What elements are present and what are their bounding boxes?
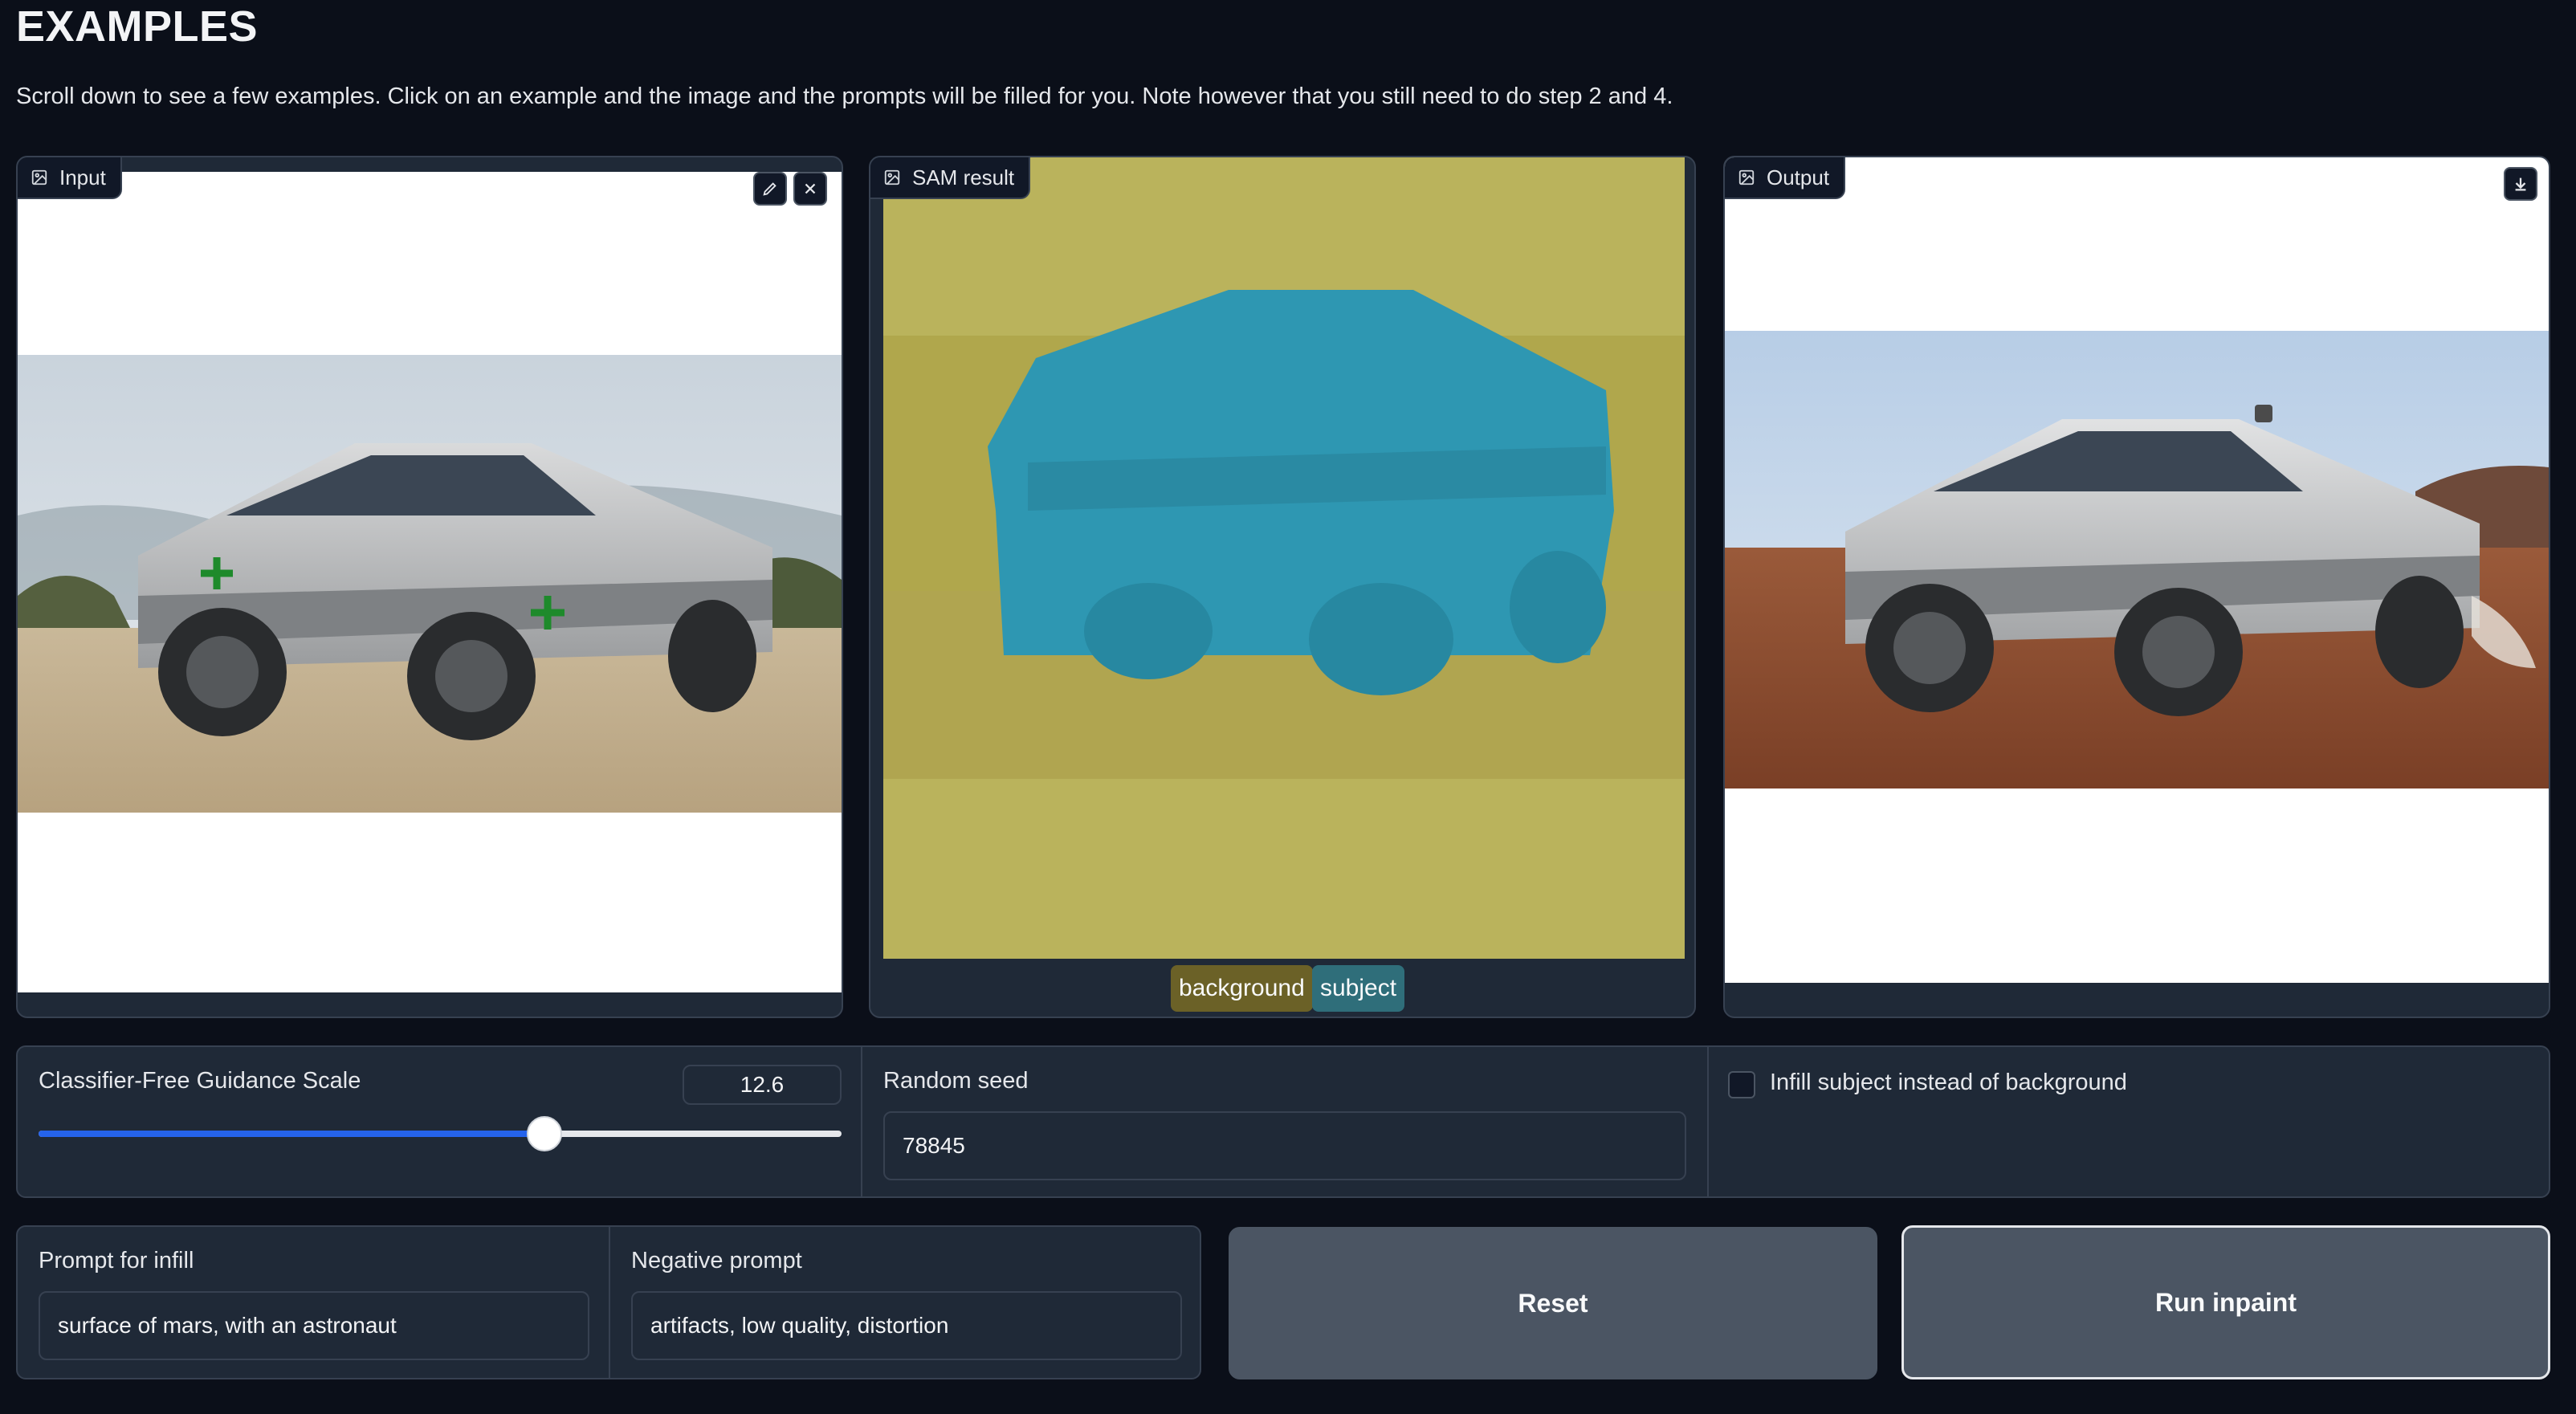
input-car-image: [18, 355, 842, 813]
output-car-image: [1725, 331, 2549, 788]
input-label-text: Input: [59, 165, 106, 189]
seed-input[interactable]: 78845: [883, 1111, 1686, 1180]
edit-button[interactable]: [753, 172, 787, 206]
infill-prompt-label: Prompt for infill: [39, 1248, 194, 1273]
pencil-icon: [763, 182, 776, 196]
sam-label-text: SAM result: [912, 165, 1015, 189]
guidance-slider-track[interactable]: [39, 1116, 842, 1151]
page-description: Scroll down to see a few examples. Click…: [16, 84, 1673, 109]
prompts-panel: Prompt for infill surface of mars, with …: [16, 1225, 1201, 1379]
output-canvas: [1725, 157, 2549, 983]
divider: [1707, 1047, 1709, 1196]
legend-subject: subject: [1312, 965, 1405, 1012]
sam-mask-image: [883, 157, 1685, 959]
seed-label: Random seed: [883, 1068, 1029, 1094]
negative-prompt-label: Negative prompt: [631, 1248, 802, 1273]
output-label-text: Output: [1767, 165, 1830, 189]
output-panel: Output: [1723, 156, 2550, 1018]
guidance-label: Classifier-Free Guidance Scale: [39, 1068, 361, 1094]
guidance-slider-fill: [39, 1131, 544, 1137]
legend-background: background: [1171, 965, 1313, 1012]
page-title: EXAMPLES: [16, 2, 259, 51]
sam-result-panel: SAM result background subject: [869, 156, 1696, 1018]
divider: [861, 1047, 862, 1196]
input-label: Input: [18, 157, 122, 199]
run-inpaint-button[interactable]: Run inpaint: [1901, 1225, 2550, 1379]
close-icon: [805, 183, 816, 194]
image-icon: [884, 169, 900, 185]
negative-prompt-textarea[interactable]: artifacts, low quality, distortion: [631, 1291, 1182, 1360]
download-icon: [2515, 177, 2526, 191]
input-canvas[interactable]: [18, 172, 842, 992]
infill-subject-label: Infill subject instead of background: [1770, 1070, 2127, 1095]
sam-label: SAM result: [870, 157, 1031, 199]
clear-button[interactable]: [793, 172, 827, 206]
reset-button[interactable]: Reset: [1229, 1227, 1877, 1379]
infill-subject-checkbox[interactable]: [1728, 1071, 1755, 1098]
input-image-panel[interactable]: Input: [16, 156, 843, 1018]
infill-prompt-textarea[interactable]: surface of mars, with an astronaut: [39, 1291, 589, 1360]
guidance-slider-thumb[interactable]: [527, 1116, 562, 1151]
divider: [609, 1227, 610, 1378]
image-icon: [1738, 169, 1755, 185]
controls-row: Classifier-Free Guidance Scale 12.6 Rand…: [16, 1045, 2550, 1198]
image-icon: [31, 169, 47, 185]
output-label: Output: [1725, 157, 1846, 199]
guidance-value-input[interactable]: 12.6: [683, 1065, 842, 1105]
download-button[interactable]: [2504, 167, 2537, 201]
